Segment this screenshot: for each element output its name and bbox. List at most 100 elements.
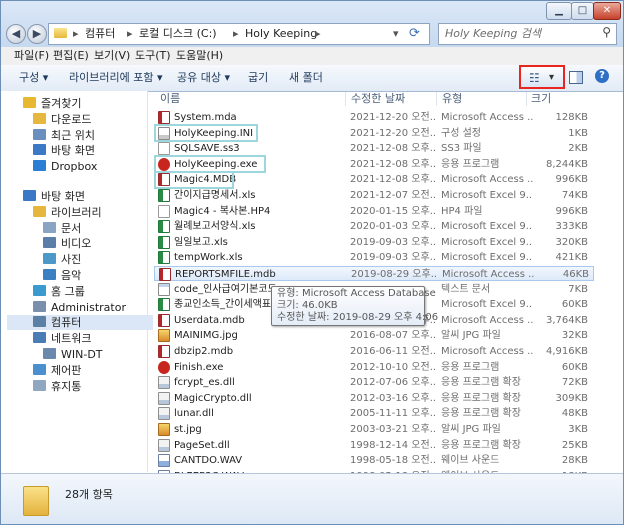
sidebar-item[interactable]: 제어판: [33, 363, 81, 378]
change-view-button[interactable]: ☷ ▾: [519, 65, 565, 89]
file-name: MagicCrypto.dll: [174, 392, 252, 404]
access-file-icon: [159, 268, 171, 281]
breadcrumb-local-disk[interactable]: 로컬 디스크 (C:): [139, 24, 217, 44]
file-date: 2021-12-08 오후...: [350, 174, 436, 186]
sidebar-item[interactable]: 음악: [43, 268, 81, 283]
file-row[interactable]: PageSet.dll 1998-12-14 오전... 응용 프로그램 확장 25K…: [154, 438, 594, 453]
excel-file-icon: [158, 251, 170, 265]
burn-button[interactable]: 굽기: [248, 65, 268, 90]
file-size: 48KB: [561, 408, 588, 420]
sidebar-item[interactable]: 비디오: [43, 236, 91, 251]
organize-button[interactable]: 구성 ▾: [19, 65, 48, 90]
file-type: 응용 프로그램 확장: [441, 439, 521, 451]
file-row[interactable]: REPORTSMFILE.mdb 2019-08-29 오후... Microsof…: [154, 266, 594, 281]
control-panel-icon: [33, 363, 46, 375]
file-row[interactable]: Magic4 - 복사본.HP4 2020-01-15 오후... HP4 파일 99…: [154, 204, 594, 219]
menu-file[interactable]: 파일(F): [14, 47, 49, 65]
file-row[interactable]: tempWork.xls 2019-09-03 오후... Microsoft Ex…: [154, 250, 594, 265]
computer-icon: [33, 316, 46, 328]
breadcrumb-computer[interactable]: 컴퓨터: [85, 24, 115, 44]
file-name: PageSet.dll: [174, 439, 230, 451]
file-row[interactable]: lunar.dll 2005-11-11 오후... 응용 프로그램 확장 48KB: [154, 406, 594, 421]
include-library-button[interactable]: 라이브러리에 포함 ▾: [69, 65, 163, 90]
forward-button[interactable]: ▶: [27, 24, 47, 44]
file-row[interactable]: System.mda 2021-12-20 오전... Microsoft Acce…: [154, 110, 594, 125]
sidebar-item-label: 제어판: [51, 363, 82, 377]
menu-view[interactable]: 보기(V): [94, 47, 130, 65]
sidebar-item-label: 음악: [61, 269, 82, 282]
sidebar-item[interactable]: 라이브러리: [33, 205, 102, 220]
column-divider[interactable]: [345, 92, 346, 106]
breadcrumb-holy-keeping[interactable]: Holy Keeping: [245, 24, 317, 44]
file-row[interactable]: fcrypt_es.dll 2012-07-06 오후... 응용 프로그램 확장 7…: [154, 375, 594, 390]
file-row[interactable]: MagicCrypto.dll 2012-03-16 오후... 응용 프로그램 확…: [154, 391, 594, 406]
file-row[interactable]: 월례보고서양식.xls 2020-01-03 오후... Microsoft Exc…: [154, 219, 594, 234]
sidebar-item[interactable]: 홈 그룹: [33, 284, 85, 299]
sidebar-item[interactable]: 바탕 화면: [23, 189, 85, 204]
file-row[interactable]: 간이지급명세서.xls 2021-12-07 오전... Microsoft Exc…: [154, 188, 594, 203]
maximize-button[interactable]: □: [571, 2, 594, 20]
breadcrumb-separator-icon: ▸: [233, 27, 239, 40]
file-name: tempWork.xls: [174, 252, 243, 264]
menu-help[interactable]: 도움말(H): [176, 47, 223, 65]
minimize-button[interactable]: ▁: [546, 2, 572, 20]
sidebar-item[interactable]: 다운로드: [33, 112, 91, 127]
sidebar-item[interactable]: 휴지통: [33, 379, 81, 394]
menu-tools[interactable]: 도구(T): [135, 47, 171, 65]
file-row[interactable]: dbzip2.mdb 2016-06-11 오전... Microsoft Acce…: [154, 344, 594, 359]
file-date: 2020-01-15 오후...: [350, 205, 436, 217]
video-icon: [43, 237, 56, 249]
column-divider[interactable]: [436, 92, 437, 106]
column-divider[interactable]: [526, 92, 527, 106]
file-name: 간이지급명세서.xls: [174, 190, 256, 201]
preview-pane-icon[interactable]: [569, 71, 583, 84]
search-box[interactable]: Holy Keeping 검색 ⚲: [438, 23, 617, 45]
refresh-icon[interactable]: ⟳: [409, 24, 420, 44]
sidebar-item[interactable]: 컴퓨터: [7, 315, 153, 331]
share-label: 공유 대상: [177, 71, 221, 84]
column-header-name[interactable]: 이름: [160, 91, 180, 107]
excel-file-icon: [158, 220, 170, 234]
file-type: Microsoft Excel 9...: [441, 252, 533, 264]
sidebar-item[interactable]: WIN-DT: [43, 347, 103, 362]
sidebar-item[interactable]: 최근 위치: [33, 128, 95, 143]
address-dropdown-icon[interactable]: ▾: [393, 24, 399, 44]
close-button[interactable]: ✕: [593, 2, 621, 20]
sidebar-item[interactable]: 사진: [43, 252, 81, 267]
file-name: Magic4 - 복사본.HP4: [174, 205, 271, 217]
search-icon[interactable]: ⚲: [602, 25, 611, 39]
file-size: 128KB: [555, 112, 588, 123]
column-header-type[interactable]: 유형: [442, 91, 462, 107]
file-row[interactable]: MAINIMG.jpg 2016-08-07 오후... 알씨 JPG 파일 32KB: [154, 328, 594, 343]
folder-icon: [23, 486, 49, 516]
file-row[interactable]: 일일보고.xls 2019-09-03 오후... Microsoft Excel …: [154, 235, 594, 250]
sidebar-item[interactable]: Dropbox: [33, 159, 97, 174]
share-button[interactable]: 공유 대상 ▾: [177, 65, 230, 90]
new-folder-button[interactable]: 새 폴더: [289, 65, 323, 90]
view-dropdown-icon[interactable]: ▾: [549, 68, 554, 88]
file-row[interactable]: st.jpg 2003-03-21 오후... 알씨 JPG 파일 3KB: [154, 422, 594, 437]
file-row[interactable]: SQLSAVE.ss3 2021-12-08 오후... SS3 파일 2KB: [154, 141, 594, 156]
menu-edit[interactable]: 편집(E): [53, 47, 89, 65]
column-header-size[interactable]: 크기: [531, 91, 551, 107]
sidebar-item[interactable]: Administrator: [33, 300, 126, 315]
sidebar-item[interactable]: 바탕 화면: [33, 143, 95, 158]
help-icon[interactable]: ?: [595, 69, 609, 83]
file-date: 2005-11-11 오후...: [350, 408, 436, 420]
status-bar: 28개 항목: [1, 473, 623, 524]
file-type: Microsoft Access ...: [441, 112, 533, 123]
file-type: Microsoft Excel 9...: [441, 190, 533, 201]
file-name: 일일보고.xls: [174, 236, 228, 248]
star-icon: [23, 97, 36, 108]
sidebar-item[interactable]: 즐겨찾기: [23, 96, 81, 111]
image-file-icon: [158, 329, 170, 343]
search-placeholder: Holy Keeping 검색: [445, 27, 542, 40]
column-header-date[interactable]: 수정한 날짜: [351, 91, 405, 107]
file-row[interactable]: CANTDO.WAV 1998-05-18 오전... 웨이브 사운드 28KB: [154, 453, 594, 468]
file-row[interactable]: Finish.exe 2012-10-10 오전... 응용 프로그램 60KB: [154, 360, 594, 375]
sidebar-item[interactable]: 네트워크: [33, 331, 91, 346]
address-bar[interactable]: ▸ 컴퓨터 ▸ 로컬 디스크 (C:) ▸ Holy Keeping ▸ ▾ ⟳: [48, 23, 430, 45]
back-button[interactable]: ◀: [6, 24, 26, 44]
sidebar-item[interactable]: 문서: [43, 221, 81, 236]
file-type: 알씨 JPG 파일: [441, 424, 501, 435]
